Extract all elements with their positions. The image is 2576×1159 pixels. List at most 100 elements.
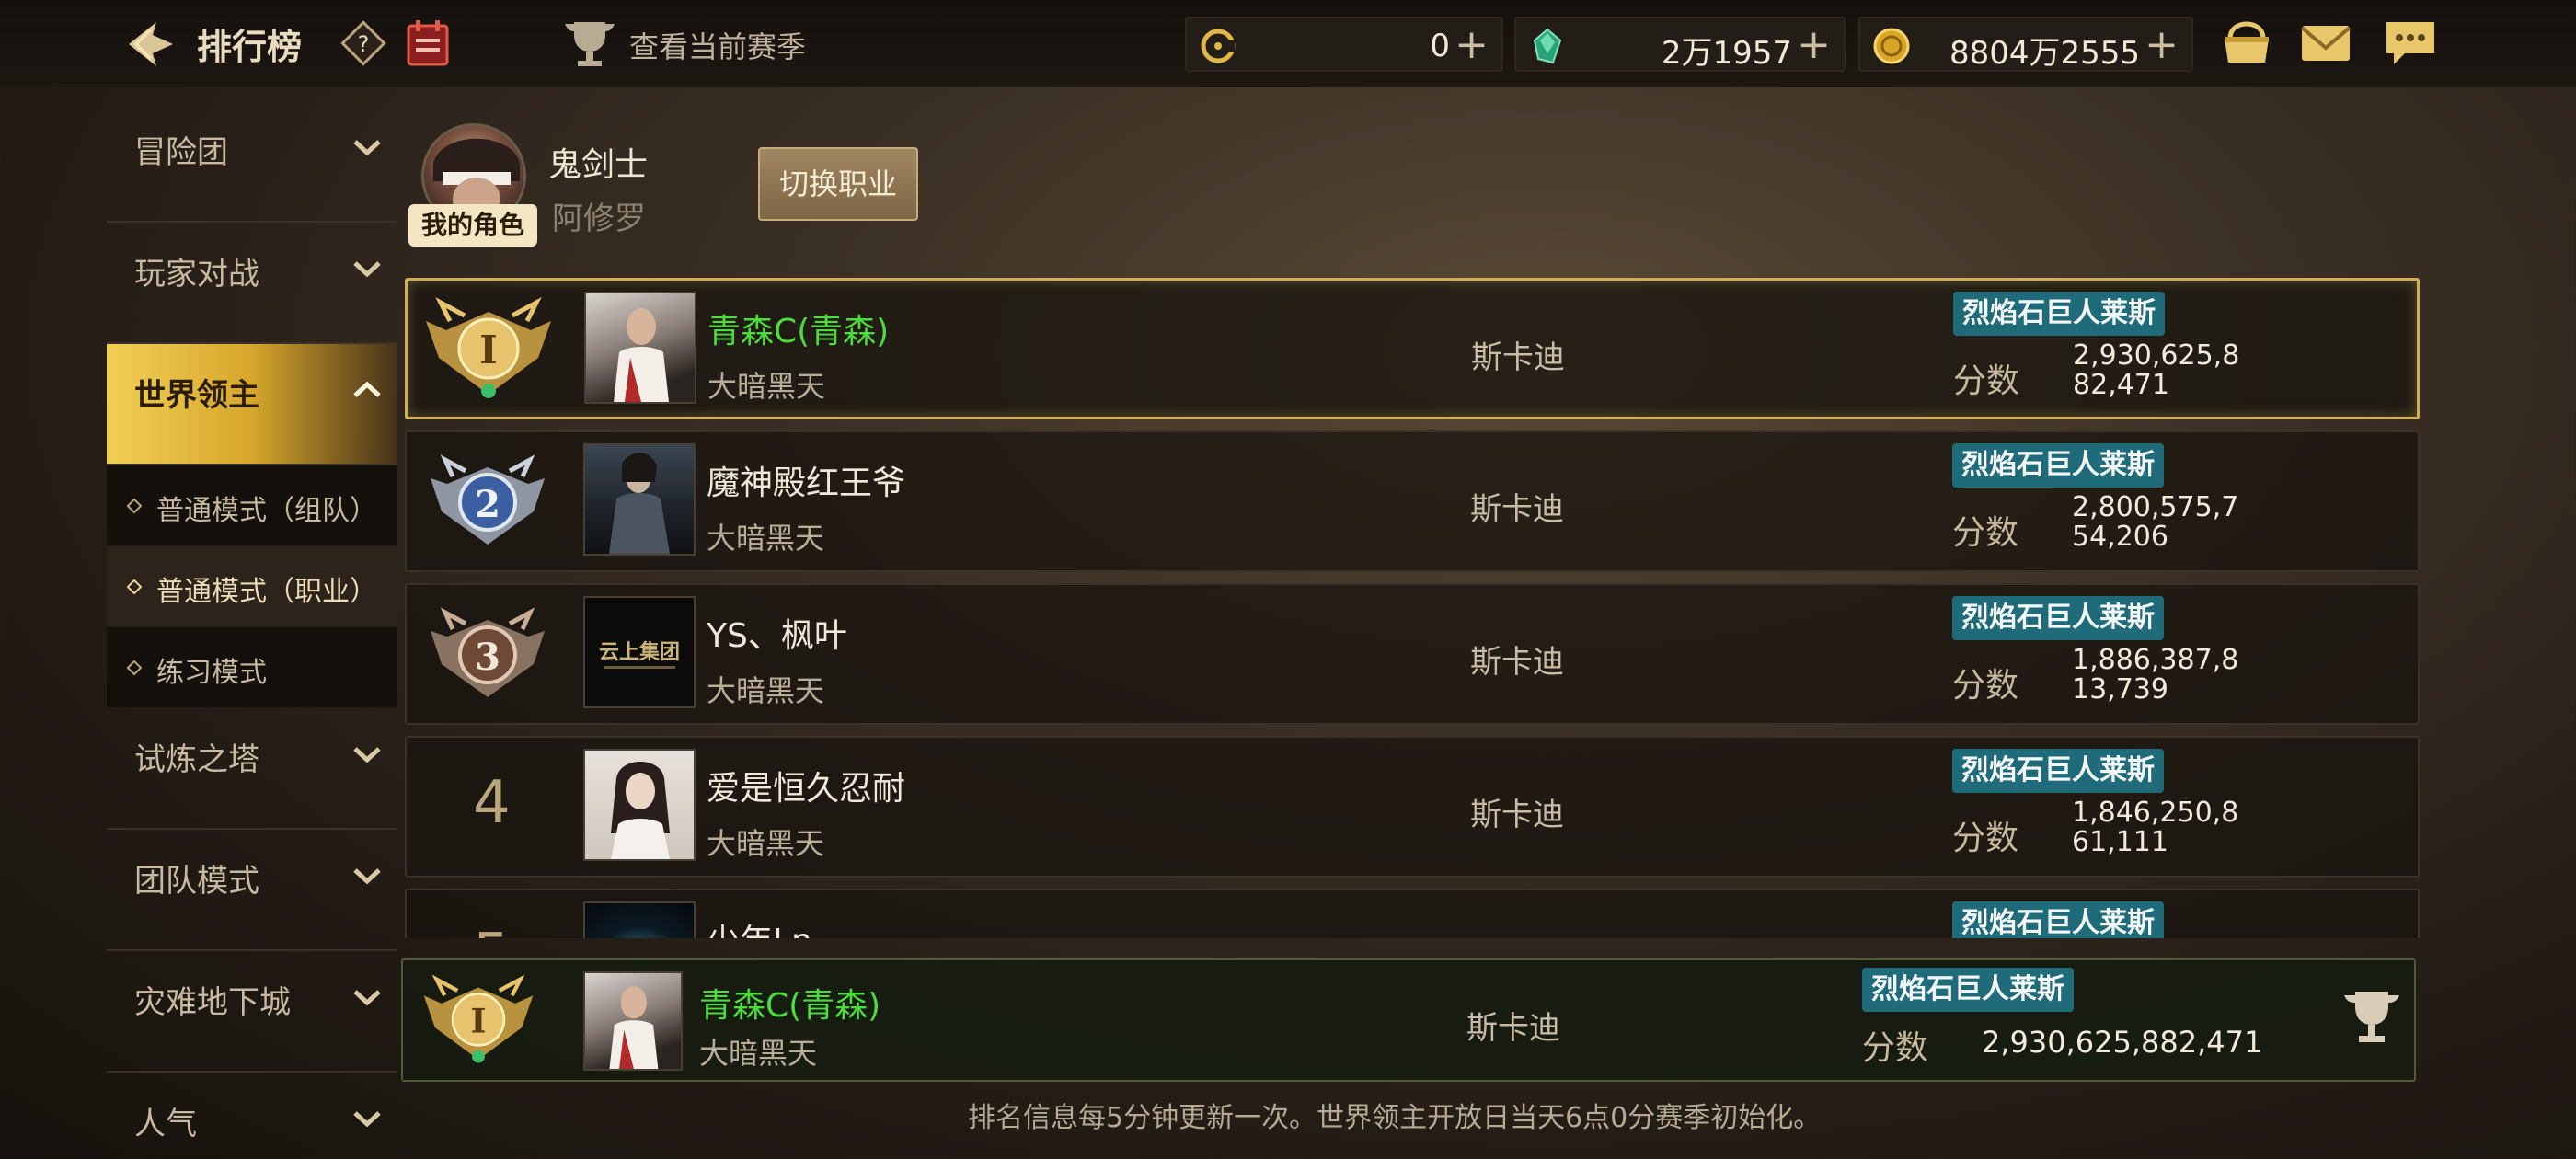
player-avatar bbox=[584, 292, 696, 404]
sidebar-item-world-boss[interactable]: 世界领主 bbox=[107, 344, 397, 465]
boss-tag: 烈焰石巨人莱斯 bbox=[1952, 443, 2164, 488]
cera-coin-icon bbox=[1201, 29, 1236, 63]
player-avatar bbox=[583, 971, 683, 1071]
sidebar-item-disaster-dungeon[interactable]: 灾难地下城 bbox=[107, 951, 397, 1073]
player-name: 爱是恒久忍耐 bbox=[707, 770, 906, 808]
boss-tag: 烈焰石巨人莱斯 bbox=[1862, 968, 2074, 1012]
sidebar-item-label: 世界领主 bbox=[134, 377, 259, 414]
diamond-bullet-icon bbox=[127, 499, 142, 513]
gold-medal-icon: I bbox=[426, 297, 551, 398]
score-value: 1,886,387,813,739 bbox=[2072, 644, 2239, 706]
ranking-row[interactable]: 5 少年Ln 烈焰石巨人莱斯 bbox=[405, 889, 2420, 938]
svg-text:2: 2 bbox=[475, 483, 500, 526]
ranking-row[interactable]: 3 云上集团 YS、枫叶 大暗黑天 斯卡迪 烈焰石巨人莱斯 分数 1,886,3… bbox=[405, 583, 2420, 725]
sidebar-item-label: 团队模式 bbox=[134, 863, 259, 900]
character-subclass: 阿修罗 bbox=[552, 201, 646, 237]
player-photo-icon bbox=[611, 762, 670, 859]
cera-value: 0 bbox=[1430, 28, 1450, 64]
footer-note: 排名信息每5分钟更新一次。世界领主开放日当天6点0分赛季初始化。 bbox=[968, 1102, 1822, 1134]
sidebar-item-team-mode[interactable]: 团队模式 bbox=[107, 830, 397, 951]
silver-medal-icon: 2 bbox=[431, 454, 545, 545]
score-label: 分数 bbox=[1952, 820, 2019, 857]
chevron-down-icon bbox=[353, 868, 381, 885]
score-label: 分数 bbox=[1953, 362, 2020, 400]
sidebar: 冒险团 玩家对战 世界领主 普通模式（组队） 普通模式（职业） 练习模式 试炼之… bbox=[107, 101, 397, 1159]
view-season-link[interactable]: 查看当前赛季 bbox=[629, 24, 806, 66]
sidebar-item-label: 试炼之塔 bbox=[134, 741, 259, 778]
chat-icon[interactable] bbox=[2381, 17, 2440, 70]
sidebar-subitem-normal-class[interactable]: 普通模式（职业） bbox=[107, 546, 397, 627]
help-icon[interactable]: ? bbox=[340, 20, 386, 66]
player-guild: 斯卡迪 bbox=[1470, 644, 1564, 681]
currency-gold: 8804万2555 + bbox=[1858, 17, 2193, 72]
rank-number: 5 bbox=[473, 922, 511, 938]
page-title: 排行榜 bbox=[197, 27, 303, 67]
player-name: 青森C(青森) bbox=[699, 987, 881, 1025]
svg-text:?: ? bbox=[358, 31, 370, 57]
player-guild: 斯卡迪 bbox=[1471, 339, 1565, 376]
currency-cera: 0 + bbox=[1185, 17, 1503, 72]
add-gold-button[interactable]: + bbox=[2145, 22, 2179, 68]
sidebar-item-popularity[interactable]: 人气 bbox=[107, 1073, 397, 1159]
ranking-row[interactable]: 4 爱是恒久忍耐 大暗黑天 斯卡迪 烈焰石巨人莱斯 分数 1,846,250,8… bbox=[405, 736, 2420, 878]
sidebar-item-label: 灾难地下城 bbox=[134, 984, 291, 1021]
player-guild: 斯卡迪 bbox=[1470, 797, 1564, 833]
player-server: 大暗黑天 bbox=[707, 673, 825, 708]
svg-text:3: 3 bbox=[475, 636, 500, 679]
self-rank-bar[interactable]: I 青森C(青森) 大暗黑天 斯卡迪 烈焰石巨人莱斯 分数 2,930,625,… bbox=[401, 958, 2416, 1082]
ranking-row[interactable]: I 青森C(青森) 大暗黑天 斯卡迪 烈焰石巨人莱斯 分数 2,930,625,… bbox=[405, 278, 2420, 419]
score-value: 2,800,575,754,206 bbox=[2072, 491, 2239, 553]
add-gem-button[interactable]: + bbox=[1797, 22, 1831, 68]
trophy-icon[interactable] bbox=[2339, 988, 2405, 1047]
calendar-icon[interactable] bbox=[405, 18, 451, 68]
player-guild: 斯卡迪 bbox=[1466, 1010, 1560, 1047]
chevron-down-icon bbox=[353, 261, 381, 278]
player-photo-icon bbox=[609, 986, 659, 1069]
chevron-up-icon bbox=[353, 381, 381, 397]
sidebar-item-label: 人气 bbox=[134, 1106, 197, 1142]
sidebar-subitem-normal-party[interactable]: 普通模式（组队） bbox=[107, 465, 397, 546]
sidebar-subitem-label: 普通模式（职业） bbox=[156, 576, 377, 608]
boss-tag: 烈焰石巨人莱斯 bbox=[1953, 292, 2165, 336]
score-label: 分数 bbox=[1952, 514, 2019, 552]
ranking-list[interactable]: I 青森C(青森) 大暗黑天 斯卡迪 烈焰石巨人莱斯 分数 2,930,625,… bbox=[405, 276, 2420, 938]
score-value: 1,846,250,861,111 bbox=[2072, 797, 2239, 858]
ranking-row[interactable]: 2 魔神殿红王爷 大暗黑天 斯卡迪 烈焰石巨人莱斯 分数 2,800,575,7… bbox=[405, 430, 2420, 572]
mail-icon[interactable] bbox=[2296, 17, 2355, 70]
player-server: 大暗黑天 bbox=[707, 369, 826, 404]
trophy-icon[interactable] bbox=[561, 18, 618, 70]
player-name: 少年Ln bbox=[707, 914, 812, 938]
chevron-down-icon bbox=[353, 747, 381, 763]
gold-medal-icon: I bbox=[423, 974, 534, 1063]
sidebar-subitem-label: 练习模式 bbox=[156, 657, 267, 689]
svg-text:I: I bbox=[470, 1001, 486, 1040]
bag-icon[interactable] bbox=[2217, 17, 2276, 70]
top-bar: 排行榜 ? 查看当前赛季 0 + 2万1957 + 8804万2555 + bbox=[0, 0, 2576, 87]
sidebar-item-label: 冒险团 bbox=[134, 134, 228, 171]
bronze-medal-icon: 3 bbox=[431, 607, 545, 697]
character-class: 鬼剑士 bbox=[548, 146, 649, 184]
gold-value: 8804万2555 bbox=[1949, 35, 2140, 72]
player-photo-icon: 云上集团 bbox=[599, 640, 680, 669]
sidebar-item-trial-tower[interactable]: 试炼之塔 bbox=[107, 708, 397, 830]
score-label: 分数 bbox=[1862, 1029, 1929, 1067]
sidebar-subitem-practice[interactable]: 练习模式 bbox=[107, 627, 397, 708]
gem-icon bbox=[1533, 28, 1562, 64]
switch-class-button[interactable]: 切换职业 bbox=[758, 147, 918, 221]
diamond-bullet-icon bbox=[127, 580, 142, 594]
sidebar-item-adventure-team[interactable]: 冒险团 bbox=[107, 101, 397, 223]
player-name: YS、枫叶 bbox=[707, 617, 847, 655]
player-guild: 斯卡迪 bbox=[1470, 491, 1564, 528]
sidebar-subitem-label: 普通模式（组队） bbox=[156, 495, 377, 527]
svg-text:I: I bbox=[479, 327, 498, 373]
add-cera-button[interactable]: + bbox=[1455, 22, 1489, 68]
boss-tag: 烈焰石巨人莱斯 bbox=[1952, 749, 2164, 793]
sidebar-item-label: 玩家对战 bbox=[134, 256, 259, 293]
score-label: 分数 bbox=[1952, 667, 2019, 705]
player-server: 大暗黑天 bbox=[707, 521, 825, 556]
diamond-bullet-icon bbox=[127, 660, 142, 675]
chevron-down-icon bbox=[353, 140, 381, 156]
currency-gem: 2万1957 + bbox=[1514, 17, 1846, 72]
sidebar-item-pvp[interactable]: 玩家对战 bbox=[107, 223, 397, 344]
back-arrow-icon[interactable] bbox=[120, 17, 178, 72]
